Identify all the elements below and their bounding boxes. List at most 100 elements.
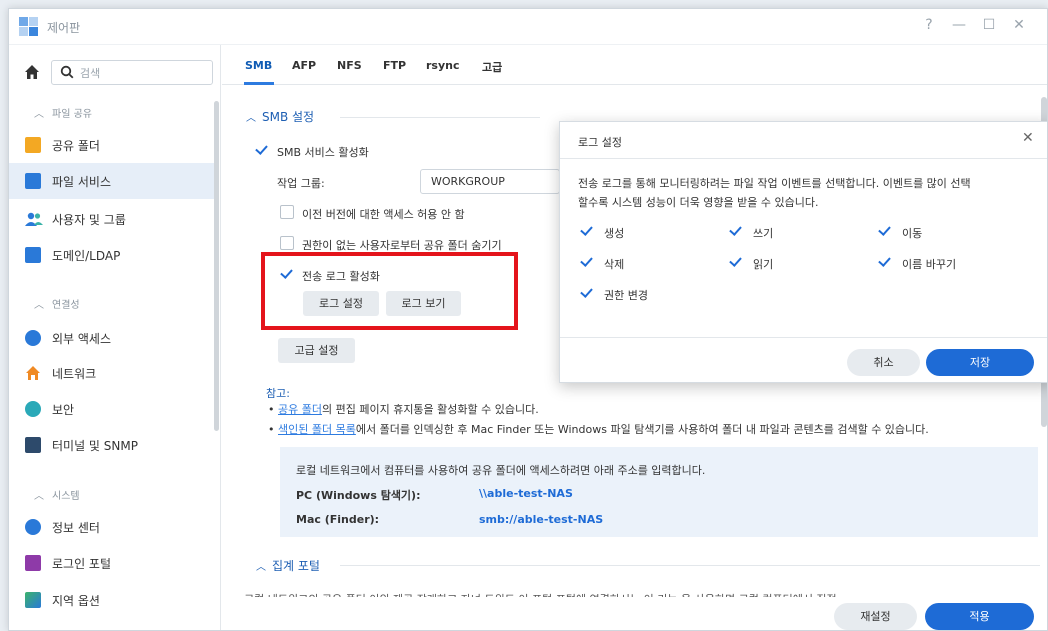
users-icon xyxy=(25,211,43,227)
chevron-up-icon: ︿ xyxy=(34,109,44,120)
dialog-divider xyxy=(560,337,1047,338)
sidebar-item-security[interactable]: 보안 xyxy=(9,391,214,427)
maximize-icon[interactable]: ☐ xyxy=(979,17,999,33)
event-delete-checkbox[interactable] xyxy=(580,255,594,269)
shield-icon xyxy=(25,401,41,417)
sidebar-scrollbar[interactable] xyxy=(214,101,219,431)
sidebar-item-network[interactable]: 네트워크 xyxy=(9,355,214,391)
login-portal-icon xyxy=(25,555,41,571)
close-icon[interactable]: ✕ xyxy=(1022,130,1034,146)
tab-nfs[interactable]: NFS xyxy=(337,59,362,72)
minimize-icon[interactable]: — xyxy=(949,17,969,33)
pc-label: PC (Windows 탐색기): xyxy=(296,489,421,502)
note-2: • 색인된 폴더 목록에서 폴더를 인덱싱한 후 Mac Finder 또는 W… xyxy=(268,423,929,436)
prev-version-label: 이전 버전에 대한 액세스 허용 안 함 xyxy=(302,208,465,221)
smb-enable-checkbox[interactable] xyxy=(255,143,269,157)
help-icon[interactable]: ? xyxy=(919,17,939,33)
pc-address[interactable]: \\able-test-NAS xyxy=(479,487,573,500)
sidebar-item-shared-folder[interactable]: 공유 폴더 xyxy=(9,127,214,163)
sidebar-item-regional-options[interactable]: 지역 옵션 xyxy=(9,582,214,618)
section-header-file-sharing[interactable]: ︿ 파일 공유 xyxy=(34,105,92,120)
indexed-folder-link[interactable]: 색인된 폴더 목록 xyxy=(278,423,356,436)
control-panel-window: 제어판 ? — ☐ ✕ ︿파일 공유 공유 폴더 파일 서비스 xyxy=(8,8,1048,631)
sidebar-item-login-portal[interactable]: 로그인 포털 xyxy=(9,545,214,581)
cancel-button[interactable]: 취소 xyxy=(847,349,920,376)
sidebar-item-file-services[interactable]: 파일 서비스 xyxy=(9,163,214,199)
event-read-label: 읽기 xyxy=(753,258,774,271)
event-write-checkbox[interactable] xyxy=(729,224,743,238)
chevron-up-icon: ︿ xyxy=(34,491,44,502)
log-settings-dialog: 로그 설정 ✕ 전송 로그를 통해 모니터링하려는 파일 작업 이벤트를 선택합… xyxy=(559,121,1047,383)
event-move-checkbox[interactable] xyxy=(878,224,892,238)
event-write-label: 쓰기 xyxy=(753,227,774,240)
prev-version-checkbox[interactable] xyxy=(280,205,294,219)
tab-rsync[interactable]: rsync xyxy=(426,59,460,72)
info-text: 로컬 네트워크에서 컴퓨터를 사용하여 공유 폴더에 액세스하려면 아래 주소를… xyxy=(296,464,706,477)
event-permission-label: 권한 변경 xyxy=(604,289,648,302)
title-bar: 제어판 ? — ☐ ✕ xyxy=(9,9,1047,45)
info-icon xyxy=(25,519,41,535)
event-rename-label: 이름 바꾸기 xyxy=(902,258,957,271)
address-info-panel: 로컬 네트워크에서 컴퓨터를 사용하여 공유 폴더에 액세스하려면 아래 주소를… xyxy=(280,447,1038,537)
search-box xyxy=(51,60,213,85)
tab-afp[interactable]: AFP xyxy=(292,59,316,72)
tab-ftp[interactable]: FTP xyxy=(383,59,406,72)
event-delete-label: 삭제 xyxy=(604,258,625,271)
apply-button[interactable]: 적용 xyxy=(925,603,1034,630)
hide-folders-label: 권한이 없는 사용자로부터 공유 폴더 숨기기 xyxy=(302,239,502,252)
hide-folders-checkbox[interactable] xyxy=(280,236,294,250)
event-move-label: 이동 xyxy=(902,227,923,240)
event-permission-checkbox[interactable] xyxy=(580,286,594,300)
sidebar: ︿파일 공유 공유 폴더 파일 서비스 사용자 및 그룹 도메인/LDAP ︿연… xyxy=(9,45,221,630)
workgroup-label: 작업 그룹: xyxy=(277,177,325,190)
mac-address[interactable]: smb://able-test-NAS xyxy=(479,513,603,526)
workgroup-input[interactable]: WORKGROUP xyxy=(420,169,560,194)
shared-folder-icon xyxy=(25,137,41,153)
tab-smb[interactable]: SMB xyxy=(245,59,272,72)
network-icon xyxy=(25,365,41,381)
section-header-connectivity[interactable]: ︿ 연결성 xyxy=(34,296,80,311)
note-title: 참고: xyxy=(266,387,290,400)
dialog-divider xyxy=(560,158,1047,159)
close-window-icon[interactable]: ✕ xyxy=(1009,17,1029,33)
window-title: 제어판 xyxy=(47,21,81,35)
reset-button[interactable]: 재설정 xyxy=(834,603,917,630)
sidebar-item-users-groups[interactable]: 사용자 및 그룹 xyxy=(9,201,214,237)
advanced-settings-button[interactable]: 고급 설정 xyxy=(278,338,355,363)
sidebar-item-external-access[interactable]: 외부 액세스 xyxy=(9,320,214,356)
file-services-icon xyxy=(25,173,41,189)
chevron-up-icon: ︿ xyxy=(34,300,44,311)
terminal-icon xyxy=(25,437,41,453)
control-panel-icon xyxy=(19,17,39,37)
sidebar-item-info-center[interactable]: 정보 센터 xyxy=(9,509,214,545)
tab-advanced[interactable]: 고급 xyxy=(482,59,502,75)
dialog-title: 로그 설정 xyxy=(578,136,622,149)
event-create-label: 생성 xyxy=(604,227,625,240)
event-create-checkbox[interactable] xyxy=(580,224,594,238)
divider xyxy=(340,565,1040,566)
shared-folder-link[interactable]: 공유 폴더 xyxy=(278,403,322,416)
tab-bar: SMB AFP NFS FTP rsync 고급 xyxy=(222,45,1047,85)
dialog-description-1: 전송 로그를 통해 모니터링하려는 파일 작업 이벤트를 선택합니다. 이벤트를… xyxy=(578,177,971,190)
chevron-up-icon: ︿ xyxy=(256,562,266,573)
section-header-system[interactable]: ︿ 시스템 xyxy=(34,487,80,502)
save-button[interactable]: 저장 xyxy=(926,349,1034,376)
sidebar-item-domain-ldap[interactable]: 도메인/LDAP xyxy=(9,237,214,273)
search-icon xyxy=(60,65,74,82)
sidebar-item-terminal-snmp[interactable]: 터미널 및 SNMP xyxy=(9,427,214,463)
external-access-icon xyxy=(25,330,41,346)
event-rename-checkbox[interactable] xyxy=(878,255,892,269)
search-input[interactable] xyxy=(80,64,205,82)
regional-options-icon xyxy=(25,592,41,608)
event-read-checkbox[interactable] xyxy=(729,255,743,269)
aggregation-portal-header[interactable]: ︿ 집계 포털 xyxy=(256,557,320,574)
active-tab-indicator xyxy=(244,82,274,85)
mac-label: Mac (Finder): xyxy=(296,513,380,526)
dialog-description-2: 할수록 시스템 성능이 더욱 영향을 받을 수 있습니다. xyxy=(578,196,819,209)
domain-ldap-icon xyxy=(25,247,41,263)
portal-description: 로컬 네트워크의 공유 폴더 이외 제공 장래하고 자녀 트위트 이 포털 포털… xyxy=(244,591,839,597)
smb-settings-header[interactable]: ︿ SMB 설정 xyxy=(246,108,314,125)
note-1: • 공유 폴더의 편집 페이지 휴지통을 활성화할 수 있습니다. xyxy=(268,403,539,416)
highlight-box xyxy=(261,252,518,330)
home-icon[interactable] xyxy=(21,61,43,83)
